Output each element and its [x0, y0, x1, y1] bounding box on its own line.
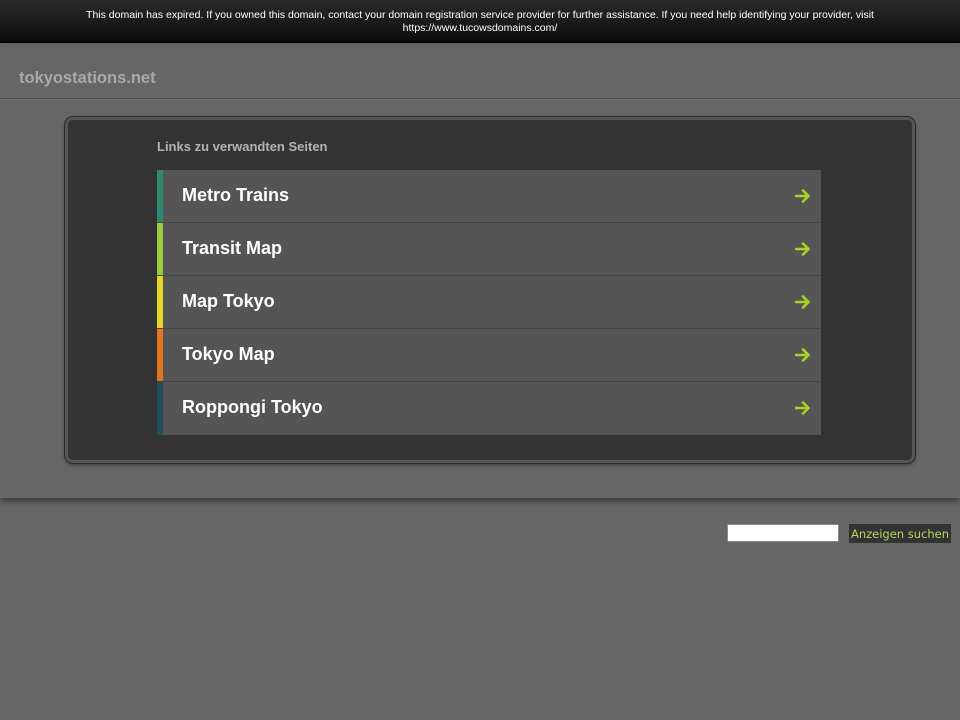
arrow-right-icon — [795, 401, 810, 415]
related-links-panel: Links zu verwandten Seiten Metro Trains … — [65, 117, 915, 463]
notice-link[interactable]: https://www.tucowsdomains.com/ — [40, 22, 920, 35]
link-label: Roppongi Tokyo — [182, 397, 323, 417]
notice-text: This domain has expired. If you owned th… — [86, 9, 874, 21]
related-link-tokyo-map[interactable]: Tokyo Map — [157, 329, 821, 382]
related-link-map-tokyo[interactable]: Map Tokyo — [157, 276, 821, 329]
related-link-roppongi-tokyo[interactable]: Roppongi Tokyo — [157, 382, 821, 435]
domain-title: tokyostations.net — [19, 69, 156, 87]
main-section: tokyostations.net Links zu verwandten Se… — [0, 44, 960, 498]
arrow-right-icon — [795, 189, 810, 203]
arrow-right-icon — [795, 348, 810, 362]
link-label: Transit Map — [182, 238, 283, 258]
ad-search-input[interactable] — [727, 524, 839, 542]
link-accent-bar — [157, 170, 163, 222]
link-label: Map Tokyo — [182, 291, 275, 311]
header-divider — [0, 98, 960, 100]
link-accent-bar — [157, 382, 163, 435]
arrow-right-icon — [795, 295, 810, 309]
related-link-metro-trains[interactable]: Metro Trains — [157, 170, 821, 223]
link-label: Tokyo Map — [182, 344, 275, 364]
expired-domain-notice: This domain has expired. If you owned th… — [0, 0, 960, 43]
link-accent-bar — [157, 223, 163, 275]
link-label: Metro Trains — [182, 185, 290, 205]
related-links-heading: Links zu verwandten Seiten — [157, 139, 328, 154]
link-accent-bar — [157, 329, 163, 381]
arrow-right-icon — [795, 242, 810, 256]
related-links-list: Metro Trains Transit Map Map Tokyo Tokyo… — [157, 170, 821, 435]
ad-search-button[interactable]: Anzeigen suchen — [849, 524, 951, 543]
link-accent-bar — [157, 276, 163, 328]
related-link-transit-map[interactable]: Transit Map — [157, 223, 821, 276]
